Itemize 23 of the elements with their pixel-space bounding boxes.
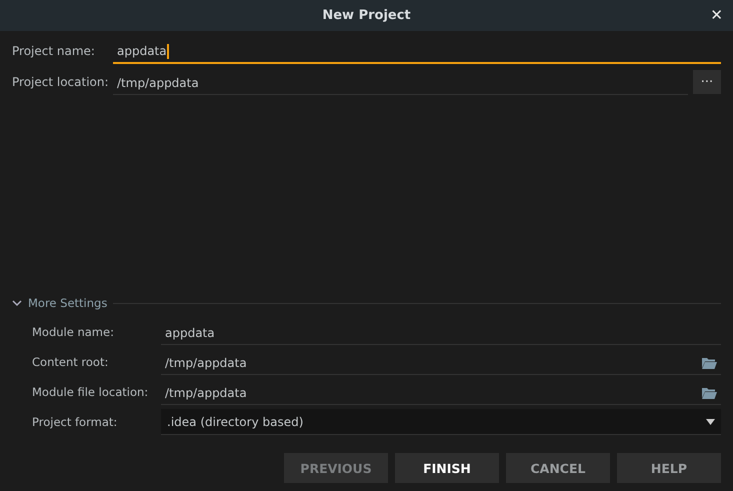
dialog-button[interactable]: HELP xyxy=(617,453,721,483)
field-label: Project location: xyxy=(12,74,110,88)
dialog-button[interactable]: FINISH xyxy=(395,453,499,483)
chevron-icon[interactable] xyxy=(12,299,22,307)
field-label: Module name: xyxy=(32,325,115,339)
dropdown[interactable]: .idea (directory based) xyxy=(161,409,721,435)
field-label: Content root: xyxy=(32,355,110,369)
browse-button[interactable]: ... xyxy=(693,70,721,94)
window-title: New Project xyxy=(322,8,411,23)
close-button[interactable]: ✕ xyxy=(710,6,723,24)
dialog-button[interactable]: CANCEL xyxy=(506,453,610,483)
field-label: Module file location: xyxy=(32,385,150,399)
input-field[interactable]: /tmp/appdata xyxy=(113,71,688,95)
folder-icon[interactable] xyxy=(702,356,717,368)
section-title[interactable]: More Settings xyxy=(28,296,108,310)
field-label: Project format: xyxy=(32,415,118,429)
field-label: Project name: xyxy=(12,44,96,58)
folder-icon[interactable] xyxy=(702,386,717,398)
input-field[interactable]: appdata xyxy=(113,40,721,64)
dropdown-arrow-icon xyxy=(706,418,715,424)
input-field[interactable]: /tmp/appdata xyxy=(161,381,721,405)
input-field[interactable]: appdata xyxy=(161,321,721,345)
input-field[interactable]: /tmp/appdata xyxy=(161,351,721,375)
